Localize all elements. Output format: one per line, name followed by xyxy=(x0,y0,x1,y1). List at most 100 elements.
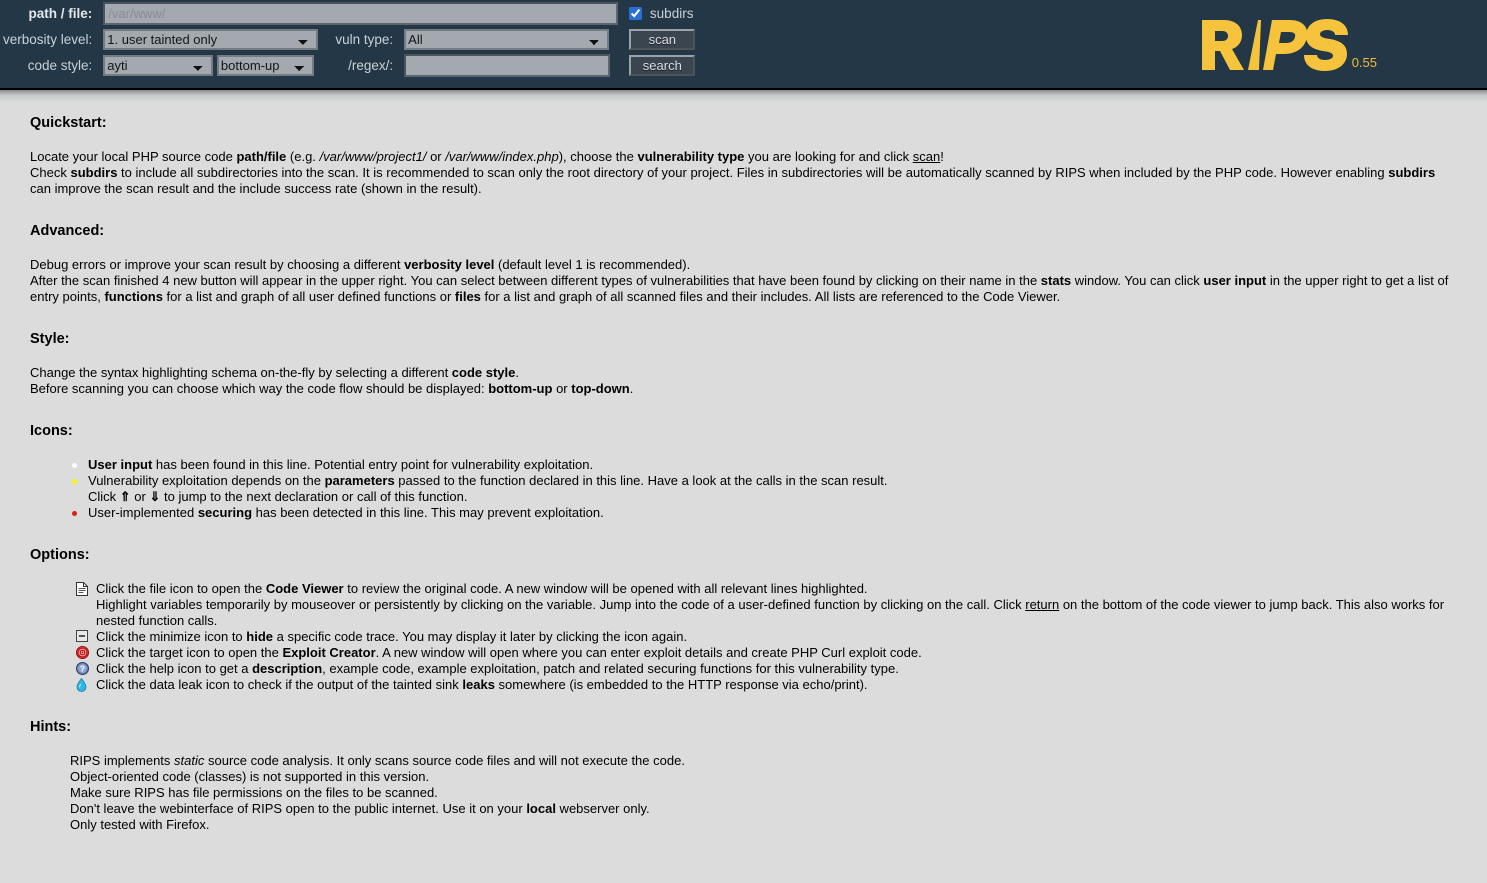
svg-text:?: ? xyxy=(80,664,85,674)
code-style-term: code style xyxy=(451,365,516,380)
yellow-dot-icon xyxy=(72,479,77,484)
subdirs-term-1: subdirs xyxy=(70,165,118,180)
rips-logo: 0.55 xyxy=(1200,14,1377,76)
files-term: files xyxy=(454,289,481,304)
text: Highlight variables temporarily by mouse… xyxy=(96,597,1026,612)
hints-list: RIPS implements static source code analy… xyxy=(30,753,1457,833)
path-file-term: path/file xyxy=(236,149,287,164)
icons-heading: Icons: xyxy=(30,423,73,439)
text: Click the file icon to open the xyxy=(96,581,266,596)
text: Click the data leak icon to check if the… xyxy=(96,677,463,692)
vulnerability-type-term: vulnerability type xyxy=(637,149,745,164)
text: Before scanning you can choose which way… xyxy=(30,381,489,396)
style-heading: Style: xyxy=(30,331,70,347)
verbosity-level-term: verbosity level xyxy=(404,257,495,272)
text: for a list and graph of all user defined… xyxy=(162,289,455,304)
options-list: Click the file icon to open the Code Vie… xyxy=(30,581,1457,693)
text: (e.g. xyxy=(286,149,320,164)
text: ), choose the xyxy=(558,149,638,164)
text: Don't leave the webinterface of RIPS ope… xyxy=(70,801,527,816)
top-down-term: top-down xyxy=(571,381,630,396)
list-item: Object-oriented code (classes) is not su… xyxy=(70,769,430,784)
regex-label: /regex/: xyxy=(348,58,394,73)
text: RIPS implements xyxy=(70,753,175,768)
text: has been detected in this line. This may… xyxy=(252,505,604,520)
text: , example code, example exploitation, pa… xyxy=(322,661,899,676)
path-input[interactable] xyxy=(103,2,619,25)
text: (default level 1 is recommended). xyxy=(494,257,691,272)
help-content: Quickstart: Locate your local PHP source… xyxy=(0,91,1487,833)
target-icon[interactable] xyxy=(76,646,90,660)
help-icon[interactable]: ? xyxy=(76,662,90,676)
list-item: Highlight variables temporarily by mouse… xyxy=(76,597,1457,629)
text: to review the original code. A new windo… xyxy=(343,581,868,596)
verbosity-select[interactable]: 1. user tainted only xyxy=(103,29,319,50)
regex-input[interactable] xyxy=(404,54,611,77)
dataleak-icon[interactable] xyxy=(76,678,90,692)
text: you are looking for and click xyxy=(744,149,913,164)
example-path-2: /var/www/index.php xyxy=(445,149,559,164)
subdirs-term-2: subdirs xyxy=(1388,165,1436,180)
text: a specific code trace. You may display i… xyxy=(273,629,688,644)
code-flow-select[interactable]: bottom-up xyxy=(216,55,314,76)
toolbar: path / file: subdirs verbosity level: 1.… xyxy=(0,0,1487,102)
functions-term: functions xyxy=(104,289,163,304)
path-label: path / file: xyxy=(28,6,93,21)
text: somewhere (is embedded to the HTTP respo… xyxy=(494,677,868,692)
text: ! xyxy=(940,149,944,164)
vuln-type-select[interactable]: All xyxy=(404,29,610,50)
advanced-line-2: After the scan finished 4 new button wil… xyxy=(30,273,1457,305)
options-heading: Options: xyxy=(30,547,90,563)
list-item: Only tested with Firefox. xyxy=(70,817,210,832)
white-dot-icon xyxy=(72,463,77,468)
style-line-1: Change the syntax highlighting schema on… xyxy=(30,365,1457,381)
subdirs-label: subdirs xyxy=(649,6,694,21)
quickstart-line-1: Locate your local PHP source code path/f… xyxy=(30,149,1457,165)
code-style-select[interactable]: ayti xyxy=(103,55,214,76)
text: source code analysis. It only scans sour… xyxy=(204,753,685,768)
list-item: Click the file icon to open the Code Vie… xyxy=(76,581,1457,597)
code-viewer-term: Code Viewer xyxy=(265,581,344,596)
style-line-2: Before scanning you can choose which way… xyxy=(30,381,1457,397)
text: Locate your local PHP source code xyxy=(30,149,237,164)
parameters-term: parameters xyxy=(324,473,395,488)
advanced-line-1: Debug errors or improve your scan result… xyxy=(30,257,1457,273)
local-term: local xyxy=(526,801,556,816)
arrow-up-icon: ⇑ xyxy=(119,489,131,504)
text: to include all subdirectories into the s… xyxy=(117,165,1389,180)
text: for a list and graph of all scanned file… xyxy=(480,289,1061,304)
rips-logo-mark xyxy=(1201,19,1348,71)
text: or xyxy=(426,149,446,164)
text: Vulnerability exploitation depends on th… xyxy=(88,473,325,488)
text: Debug errors or improve your scan result… xyxy=(30,257,405,272)
search-button[interactable]: search xyxy=(629,55,696,76)
list-item: RIPS implements static source code analy… xyxy=(70,753,1457,769)
scan-link[interactable]: scan xyxy=(913,149,940,164)
verbosity-label: verbosity level: xyxy=(3,32,93,47)
text: or xyxy=(130,489,150,504)
text: After the scan finished 4 new button wil… xyxy=(30,273,1041,288)
list-item: Don't leave the webinterface of RIPS ope… xyxy=(70,801,1457,817)
arrow-down-icon: ⇓ xyxy=(149,489,161,504)
text: Click the help icon to get a xyxy=(96,661,253,676)
text: Click the minimize icon to xyxy=(96,629,247,644)
list-item: ? Click the help icon to get a descripti… xyxy=(76,661,1457,677)
vuln-type-label: vuln type: xyxy=(335,32,394,47)
static-term: static xyxy=(174,753,205,768)
text: Change the syntax highlighting schema on… xyxy=(30,365,452,380)
quickstart-line-2: Check subdirs to include all subdirector… xyxy=(30,165,1457,197)
hide-term: hide xyxy=(246,629,274,644)
list-item: User input has been found in this line. … xyxy=(70,457,1457,473)
return-link[interactable]: return xyxy=(1025,597,1059,612)
subdirs-checkbox[interactable] xyxy=(629,7,643,20)
list-item: User-implemented securing has been detec… xyxy=(70,505,1457,521)
stats-term: stats xyxy=(1040,273,1072,288)
exploit-creator-term: Exploit Creator xyxy=(282,645,376,660)
bottom-up-term: bottom-up xyxy=(488,381,553,396)
minimize-icon[interactable] xyxy=(76,630,90,644)
list-item: Click the minimize icon to hide a specif… xyxy=(76,629,1457,645)
file-icon[interactable] xyxy=(76,582,90,596)
text: can improve the scan result and the incl… xyxy=(30,181,482,196)
text: to jump to the next declaration or call … xyxy=(160,489,468,504)
scan-button[interactable]: scan xyxy=(629,29,696,50)
